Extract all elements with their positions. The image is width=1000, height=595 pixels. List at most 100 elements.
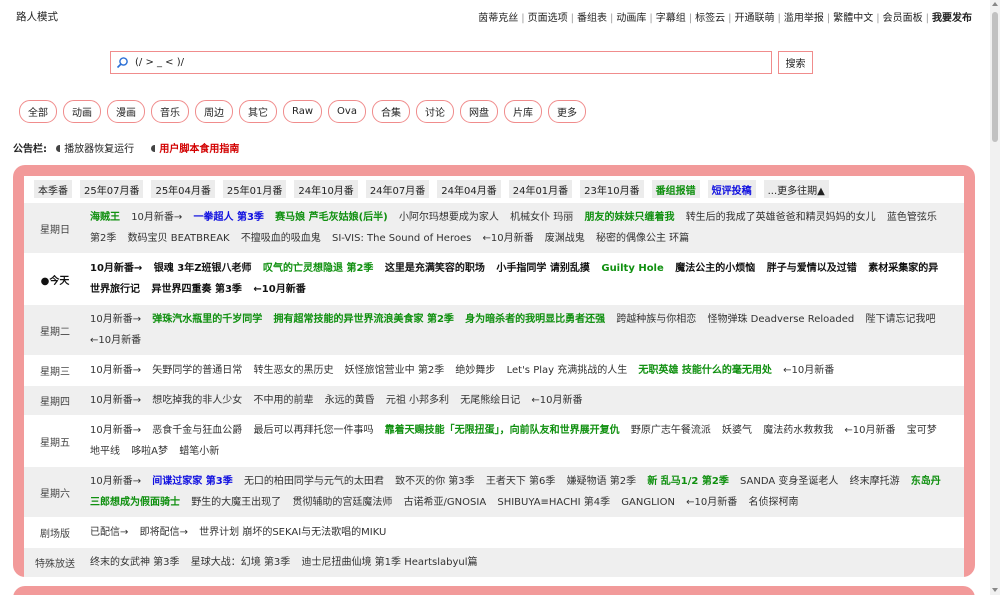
category-button[interactable]: 全部 xyxy=(19,100,57,123)
nav-link[interactable]: 开通联萌 xyxy=(735,13,775,24)
anime-title-link[interactable]: 绝妙舞步 xyxy=(455,365,495,376)
anime-title-link[interactable]: 星球大战：幻境 第3季 xyxy=(191,557,291,568)
nav-link[interactable]: 会员面板 xyxy=(883,13,923,24)
anime-title-link[interactable]: 矢野同学的普通日常 xyxy=(152,365,242,376)
category-button[interactable]: 动画 xyxy=(63,100,101,123)
search-input[interactable] xyxy=(135,54,755,71)
anime-title-link[interactable]: ←10月新番 xyxy=(253,284,305,295)
nav-link[interactable]: 标签云 xyxy=(695,13,725,24)
season-tab[interactable]: 番组报错 xyxy=(651,180,700,198)
category-button[interactable]: Raw xyxy=(283,100,323,123)
season-tab[interactable]: ...更多往期▲ xyxy=(763,180,829,198)
anime-title-link[interactable]: 不擅吸血的吸血鬼 xyxy=(241,233,321,244)
anime-title-link[interactable]: 10月新番→ xyxy=(90,314,141,325)
anime-title-link[interactable]: 魔法公主的小烦恼 xyxy=(675,263,755,274)
scroll-down-arrow-icon[interactable] xyxy=(992,588,998,592)
category-button[interactable]: 网盘 xyxy=(459,100,498,123)
anime-title-link[interactable]: 无口的柏田同学与元气的太田君 xyxy=(244,476,384,487)
anime-title-link[interactable]: 妖怪旅馆营业中 第2季 xyxy=(345,365,445,376)
announcement-link-userscript[interactable]: 用户脚本食用指南 xyxy=(159,144,239,155)
anime-title-link[interactable]: SANDA 变身圣诞老人 xyxy=(740,476,838,487)
anime-title-link[interactable]: 致不灭的你 第3季 xyxy=(395,476,475,487)
anime-title-link[interactable]: 怪物弹珠 Deadverse Reloaded xyxy=(708,314,855,325)
anime-title-link[interactable]: 妖婆气 xyxy=(722,425,752,436)
anime-title-link[interactable]: 10月新番→ xyxy=(90,476,141,487)
anime-title-link[interactable]: ←10月新番 xyxy=(531,395,582,406)
season-tab[interactable]: 24年04月番 xyxy=(437,180,501,198)
anime-title-link[interactable]: 海贼王 xyxy=(90,212,120,223)
anime-title-link[interactable]: 废渊战鬼 xyxy=(545,233,585,244)
anime-title-link[interactable]: 即将配信→ xyxy=(140,527,188,538)
anime-title-link[interactable]: ←10月新番 xyxy=(483,233,534,244)
anime-title-link[interactable]: 无尾熊绘日记 xyxy=(460,395,520,406)
anime-title-link[interactable]: 10月新番→ xyxy=(131,212,182,223)
category-button[interactable]: 周边 xyxy=(195,100,233,123)
anime-title-link[interactable]: 叹气的亡灵想隐退 第2季 xyxy=(263,263,373,274)
anime-title-link[interactable]: Let's Play 充满挑战的人生 xyxy=(507,365,628,376)
anime-title-link[interactable]: ←10月新番 xyxy=(686,497,737,508)
season-tab[interactable]: 23年10月番 xyxy=(580,180,644,198)
season-tab[interactable]: 25年01月番 xyxy=(222,180,287,198)
anime-title-link[interactable]: 异世界四重奏 第3季 xyxy=(151,284,241,295)
anime-title-link[interactable]: 王者天下 第6季 xyxy=(486,476,556,487)
anime-title-link[interactable]: 秘密的偶像公主 环篇 xyxy=(596,233,689,244)
category-button[interactable]: 合集 xyxy=(371,100,410,123)
anime-title-link[interactable]: Guilty Hole xyxy=(601,263,663,274)
anime-title-link[interactable]: 小手指同学 请别乱摸 xyxy=(496,263,589,274)
search-button[interactable]: 搜索 xyxy=(778,51,813,74)
anime-title-link[interactable]: 想吃掉我的非人少女 xyxy=(152,395,242,406)
anime-title-link[interactable]: 这里是充满笑容的职场 xyxy=(385,263,485,274)
anime-title-link[interactable]: 嫌疑物语 第2季 xyxy=(567,476,637,487)
anime-title-link[interactable]: 终末摩托游 xyxy=(850,476,900,487)
anime-title-link[interactable]: 转生后的我成了英雄爸爸和精灵妈妈的女儿 xyxy=(686,212,876,223)
anime-title-link[interactable]: SI-VIS: The Sound of Heroes xyxy=(332,233,471,244)
anime-title-link[interactable]: 最后可以再拜托您一件事吗 xyxy=(253,425,373,436)
anime-title-link[interactable]: 10月新番→ xyxy=(90,365,141,376)
season-tab[interactable]: 本季番 xyxy=(34,180,72,198)
anime-title-link[interactable]: 恶食千金与狂血公爵 xyxy=(152,425,242,436)
anime-title-link[interactable]: 野原广志午餐流派 xyxy=(631,425,711,436)
nav-link[interactable]: 动画库 xyxy=(616,13,646,24)
anime-title-link[interactable]: 元祖 小邦多利 xyxy=(386,395,449,406)
season-tab[interactable]: 25年04月番 xyxy=(151,180,215,198)
anime-title-link[interactable]: 野生的大魔王出现了 xyxy=(191,497,281,508)
category-button[interactable]: 更多 xyxy=(547,100,586,123)
category-button[interactable]: 讨论 xyxy=(415,100,454,123)
announcement-link-player[interactable]: 播放器恢复运行 xyxy=(64,144,134,155)
anime-title-link[interactable]: 古诺希亚/GNOSIA xyxy=(404,497,487,508)
category-button[interactable]: 漫画 xyxy=(107,100,145,123)
anime-title-link[interactable]: 赛马娘 芦毛灰姑娘(后半) xyxy=(275,212,388,223)
anime-title-link[interactable]: ←10月新番 xyxy=(90,335,141,346)
anime-title-link[interactable]: 新 乱马1/2 第2季 xyxy=(647,476,729,487)
anime-title-link[interactable]: 转生恶女的黑历史 xyxy=(253,365,333,376)
anime-title-link[interactable]: 哆啦A梦 xyxy=(131,446,168,457)
anime-title-link[interactable]: 银魂 3年Z班银八老师 xyxy=(154,263,252,274)
season-tab[interactable]: 24年07月番 xyxy=(365,180,430,198)
nav-link[interactable]: 页面选项 xyxy=(528,13,568,24)
anime-title-link[interactable]: 10月新番→ xyxy=(90,263,142,274)
anime-title-link[interactable]: ←10月新番 xyxy=(783,365,834,376)
season-tab[interactable]: 25年07月番 xyxy=(80,180,144,198)
scroll-thumb[interactable] xyxy=(992,12,998,142)
anime-title-link[interactable]: 永远的黄昏 xyxy=(325,395,375,406)
anime-title-link[interactable]: 贯彻辅助的宫廷魔法师 xyxy=(292,497,392,508)
anime-title-link[interactable]: SHIBUYA≡HACHI 第4季 xyxy=(497,497,610,508)
anime-title-link[interactable]: 世界计划 崩坏的SEKAI与无法歌唱的MIKU xyxy=(199,527,386,538)
nav-link[interactable]: 滥用举报 xyxy=(784,13,824,24)
anime-title-link[interactable]: 蜡笔小新 xyxy=(179,446,219,457)
anime-title-link[interactable]: 魔法药水救救我 xyxy=(763,425,833,436)
nav-link[interactable]: 番组表 xyxy=(577,13,607,24)
anime-title-link[interactable]: 小阿尔玛想要成为家人 xyxy=(399,212,499,223)
anime-title-link[interactable]: 数码宝贝 BEATBREAK xyxy=(128,233,230,244)
nav-link[interactable]: 茵蒂克丝 xyxy=(478,13,518,24)
anime-title-link[interactable]: ←10月新番 xyxy=(844,425,895,436)
anime-title-link[interactable]: 10月新番→ xyxy=(90,425,141,436)
nav-link[interactable]: 我要发布 xyxy=(932,13,972,24)
anime-title-link[interactable]: 不中用的前辈 xyxy=(253,395,313,406)
anime-title-link[interactable]: 名侦探柯南 xyxy=(748,497,798,508)
anime-title-link[interactable]: 身为暗杀者的我明显比勇者还强 xyxy=(465,314,605,325)
season-tab[interactable]: 24年01月番 xyxy=(508,180,573,198)
anime-title-link[interactable]: GANGLION xyxy=(621,497,675,508)
site-brand[interactable]: 路人模式 xyxy=(16,9,58,24)
anime-title-link[interactable]: 迪士尼扭曲仙境 第1季 Heartslabyul篇 xyxy=(301,557,477,568)
